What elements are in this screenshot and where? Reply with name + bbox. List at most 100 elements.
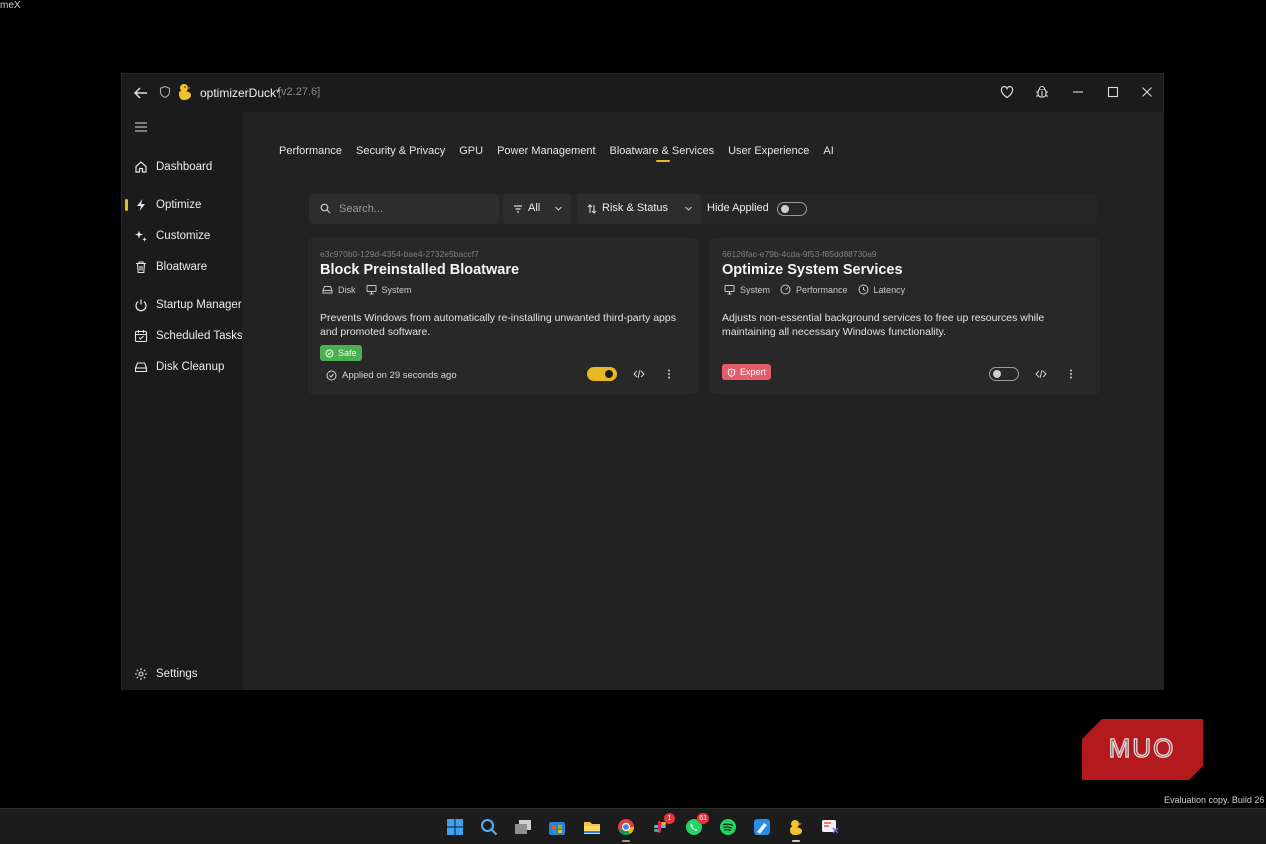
sidebar-item-optimize[interactable]: Optimize [122,192,240,218]
corner-text: meX [0,0,21,11]
tweak-tags: Disk System [322,284,412,295]
duck-icon [790,820,803,835]
clock-icon [858,284,869,295]
notification-badge: 61 [697,813,709,824]
filter-icon [514,205,522,213]
duck-logo-icon [179,84,191,100]
windows-logo-icon [447,819,463,835]
toggle-knob [993,370,1001,378]
task-view-icon [515,820,531,834]
active-indicator [125,199,128,211]
muo-watermark-logo: MUO [1082,719,1203,780]
bolt-icon [137,199,145,211]
tag-system: System [366,284,412,295]
spotify-app[interactable] [719,818,737,836]
spotify-icon [720,819,736,835]
sidebar-item-disk-cleanup[interactable]: Disk Cleanup [122,354,240,380]
main-content: Performance Security & Privacy GPU Power… [242,112,1164,690]
toggle-knob [605,370,613,378]
back-arrow-icon[interactable] [132,84,150,102]
title-bar: optimizerDuck* [v2.27.6] [122,74,1163,112]
filter-value: All [528,202,541,214]
folder-icon [584,822,600,834]
toggle-knob [781,205,789,213]
chrome-icon [618,819,635,836]
sidebar-item-customize[interactable]: Customize [122,223,240,249]
tweak-description: Adjusts non-essential background service… [722,312,1045,338]
search-input[interactable] [339,201,489,217]
sidebar-item-label: Optimize [156,199,202,211]
risk-badge-safe: Safe [320,345,362,361]
more-options-icon[interactable] [1065,368,1077,380]
sidebar-item-scheduled-tasks[interactable]: Scheduled Tasks [122,323,243,349]
paint-app[interactable] [753,818,771,836]
gauge-icon [780,284,791,295]
tag-label: Latency [873,284,906,295]
tweak-id: 66126fac-e79b-4cda-9f53-f85dd88730a9 [722,249,877,259]
tab-ai[interactable]: AI [823,145,833,157]
trash-icon [136,261,146,274]
category-tabs: Performance Security & Privacy GPU Power… [279,145,834,162]
sidebar-item-label: Customize [156,230,211,242]
sort-dropdown[interactable]: Risk & Status [577,194,701,224]
hide-applied-toggle[interactable] [777,202,807,216]
maximize-icon[interactable] [1105,84,1121,100]
file-explorer-app[interactable] [583,818,601,836]
drive-icon [322,286,333,294]
filter-dropdown[interactable]: All [503,194,571,224]
close-icon[interactable] [1139,84,1155,100]
applied-status: Applied on 29 seconds ago [326,370,457,381]
heart-icon[interactable] [999,84,1015,100]
applied-status-text: Applied on 29 seconds ago [342,370,457,381]
sidebar-item-startup-manager[interactable]: Startup Manager [122,292,242,318]
tweak-enable-toggle[interactable] [587,367,617,381]
tab-user-experience[interactable]: User Experience [728,145,809,157]
calendar-icon [134,330,148,343]
tweak-title: Block Preinstalled Bloatware [320,262,520,278]
code-icon[interactable] [1035,368,1047,380]
tweak-card-optimize-services: 66126fac-e79b-4cda-9f53-f85dd88730a9 Opt… [710,238,1100,394]
sidebar-item-dashboard[interactable]: Dashboard [122,154,240,180]
home-icon [135,161,147,173]
tab-power-management[interactable]: Power Management [497,145,595,157]
tab-performance[interactable]: Performance [279,145,342,157]
tab-bloatware-services[interactable]: Bloatware & Services [610,145,714,162]
snipping-tool-app[interactable] [821,818,839,836]
tag-system: System [724,284,770,295]
evaluation-copy-text: Evaluation copy. Build 26 [1164,795,1265,805]
bug-report-icon[interactable] [1034,84,1050,100]
whatsapp-app[interactable]: 61 [685,813,709,836]
optimizerduck-app[interactable] [787,818,805,842]
shield-icon [159,85,171,98]
tag-label: System [381,284,412,295]
tag-label: System [740,284,771,295]
chrome-app[interactable] [617,818,635,842]
notification-badge: 1 [664,813,675,824]
tweak-enable-toggle[interactable] [989,367,1019,381]
sidebar-item-label: Dashboard [156,161,213,173]
slack-app[interactable]: 1 [651,813,675,836]
app-window: optimizerDuck* [v2.27.6] Dashboard Optim… [121,73,1164,690]
tag-label: Disk [338,284,356,295]
sidebar-item-bloatware[interactable]: Bloatware [122,254,240,280]
code-icon[interactable] [633,368,645,380]
minimize-icon[interactable] [1070,84,1086,100]
hamburger-menu-icon[interactable] [134,121,148,133]
sidebar-item-label: Settings [156,668,198,680]
tab-gpu[interactable]: GPU [459,145,483,157]
snipping-tool-icon [822,820,839,834]
windows-start-button[interactable] [446,818,464,836]
risk-badge-expert: Expert [722,364,772,380]
tweak-tags: System Performance Latency [724,284,905,295]
sidebar-item-label: Startup Manager [156,299,242,311]
tab-security-privacy[interactable]: Security & Privacy [356,145,445,157]
taskbar-search-button[interactable] [480,818,498,836]
check-circle-icon [326,370,337,381]
task-view-button[interactable] [514,818,532,836]
more-options-icon[interactable] [663,368,675,380]
sort-value: Risk & Status [602,202,669,214]
search-icon [481,819,498,836]
tweak-id: e3c970b0-129d-4354-bae4-2732e5baccf7 [320,249,479,259]
store-app[interactable] [548,818,566,836]
sidebar-item-settings[interactable]: Settings [122,661,240,687]
